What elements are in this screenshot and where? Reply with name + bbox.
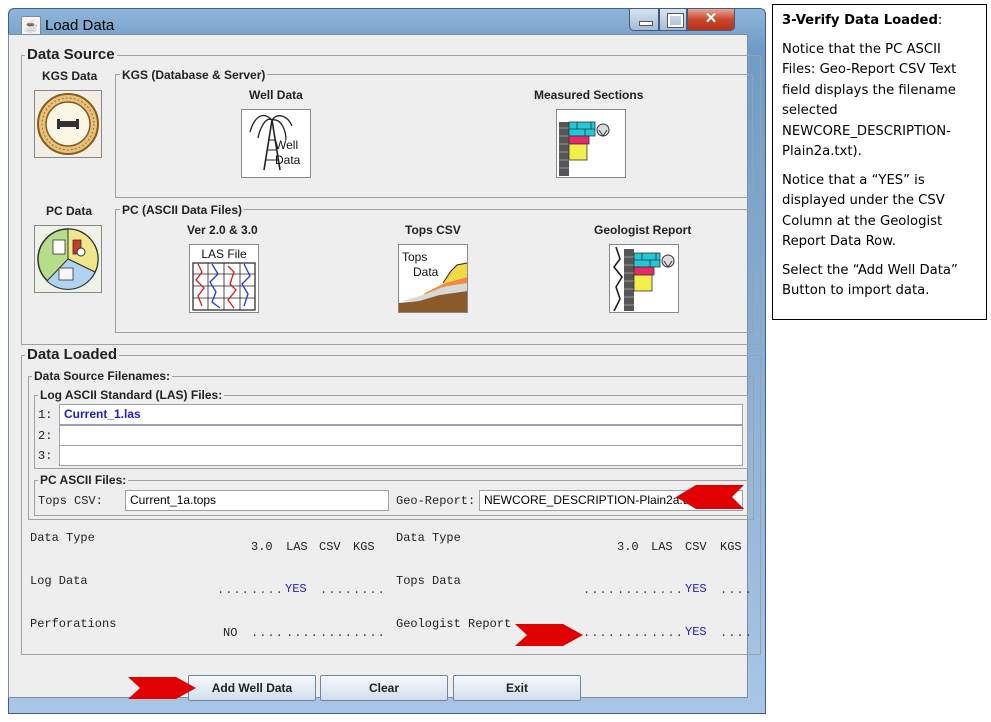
las-file-button[interactable]: LAS File bbox=[189, 244, 259, 313]
instruction-panel: 3-Verify Data Loaded: Notice that the PC… bbox=[772, 4, 987, 320]
las-version-label: Ver 2.0 & 3.0 bbox=[187, 223, 258, 237]
log-data-3-0-value: .... bbox=[217, 583, 250, 597]
geologist-report-button[interactable] bbox=[609, 244, 679, 313]
log-data-kgs-value: .... bbox=[353, 583, 386, 597]
well-data-button[interactable]: Well Data bbox=[241, 109, 311, 178]
pc-data-label: PC Data bbox=[46, 204, 93, 218]
las-row-2-number: 2: bbox=[38, 429, 53, 443]
geologist-report-row-label: Geologist Report bbox=[396, 617, 512, 631]
data-source-title: Data Source bbox=[25, 46, 117, 63]
pc-ascii-files-title: PC ASCII Files: bbox=[38, 473, 129, 487]
instruction-heading: 3-Verify Data Loaded: bbox=[782, 11, 978, 32]
minimize-button[interactable] bbox=[629, 9, 659, 31]
minimize-icon bbox=[639, 21, 653, 26]
tops-data-csv-value: YES bbox=[685, 582, 707, 596]
add-button-pointer-arrow-icon bbox=[128, 677, 196, 699]
kgs-seal-button[interactable] bbox=[34, 90, 102, 158]
geologist-row-pointer-arrow-icon bbox=[515, 624, 583, 646]
clear-button[interactable]: Clear bbox=[320, 675, 448, 701]
log-curves-icon bbox=[192, 262, 256, 311]
perforations-csv-value: .... bbox=[320, 626, 353, 640]
tops-icon-text-2: Data bbox=[413, 265, 439, 279]
instruction-paragraph-3: Select the “Add Well Data” Button to imp… bbox=[782, 262, 958, 299]
kgs-data-label: KGS Data bbox=[42, 69, 98, 83]
exit-button[interactable]: Exit bbox=[453, 675, 581, 701]
instruction-paragraph-2: Notice that a “YES” is displayed under t… bbox=[782, 172, 945, 250]
las-file-1-field[interactable]: Current_1.las bbox=[59, 404, 743, 425]
log-data-las-value: YES bbox=[285, 582, 307, 596]
geologist-report-las-value: .... bbox=[651, 626, 684, 640]
geologist-report-3-0-dots: .... bbox=[617, 626, 650, 640]
tops-data-label: Tops Data bbox=[396, 574, 461, 588]
las-files-title: Log ASCII Standard (LAS) Files: bbox=[38, 388, 225, 402]
geo-report-field-label: Geo-Report: bbox=[396, 494, 476, 508]
well-data-icon-text: Well Data bbox=[275, 138, 301, 167]
tops-csv-field-label: Tops CSV: bbox=[38, 494, 103, 508]
maximize-icon bbox=[667, 13, 684, 28]
right-col-kgs-header: KGS bbox=[720, 540, 742, 554]
log-data-las-dots: .... bbox=[251, 583, 284, 597]
perforations-las-dots: .... bbox=[286, 626, 319, 640]
instruction-title-colon: : bbox=[937, 13, 943, 28]
maximize-button[interactable] bbox=[659, 9, 687, 31]
close-button[interactable]: ✕ bbox=[687, 9, 735, 31]
tops-data-3-0-value: .... bbox=[583, 583, 616, 597]
instruction-title: 3-Verify Data Loaded bbox=[782, 13, 938, 28]
right-col-3-0-header: 3.0 bbox=[617, 540, 639, 554]
perforations-3-0-value: NO bbox=[223, 626, 238, 640]
tops-data-las-value: .... bbox=[651, 583, 684, 597]
geologist-report-csv-value: YES bbox=[685, 625, 707, 639]
log-data-csv-value: .... bbox=[320, 583, 353, 597]
right-col-csv-header: CSV bbox=[685, 540, 707, 554]
left-col-kgs-header: KGS bbox=[353, 540, 375, 554]
pc-ascii-title: PC (ASCII Data Files) bbox=[120, 203, 245, 217]
geologist-report-3-0-value: .... bbox=[583, 626, 616, 640]
las-file-icon-text: LAS File bbox=[201, 247, 247, 261]
left-col-3-0-header: 3.0 bbox=[251, 540, 273, 554]
las-file-2-field[interactable] bbox=[59, 425, 743, 446]
data-loaded-title: Data Loaded bbox=[25, 346, 120, 363]
geologist-report-column-icon bbox=[612, 246, 675, 312]
left-data-type-header: Data Type bbox=[30, 531, 95, 545]
las-file-3-field[interactable] bbox=[59, 445, 743, 466]
right-data-type-header: Data Type bbox=[396, 531, 461, 545]
perforations-label: Perforations bbox=[30, 617, 117, 631]
las-row-1-number: 1: bbox=[38, 408, 53, 422]
geologist-report-kgs-value: .... bbox=[720, 626, 753, 640]
perforations-las-value: .... bbox=[251, 626, 284, 640]
add-well-data-button[interactable]: Add Well Data bbox=[188, 675, 316, 701]
measured-sections-button[interactable] bbox=[556, 109, 626, 178]
geologist-report-label: Geologist Report bbox=[594, 223, 692, 237]
pc-data-pie-icon bbox=[37, 228, 99, 290]
kgs-database-title: KGS (Database & Server) bbox=[120, 68, 268, 82]
tops-csv-button[interactable]: Tops Data bbox=[398, 244, 468, 313]
geo-report-pointer-arrow-icon bbox=[676, 485, 744, 509]
right-col-las-header: LAS bbox=[651, 540, 673, 554]
window-title: Load Data bbox=[45, 17, 115, 34]
pc-data-button[interactable] bbox=[34, 225, 102, 293]
tops-csv-field[interactable]: Current_1a.tops bbox=[125, 490, 389, 511]
perforations-kgs-value: .... bbox=[353, 626, 386, 640]
left-col-las-header: LAS bbox=[286, 540, 308, 554]
tops-icon-text-1: Tops bbox=[402, 250, 428, 264]
log-data-label: Log Data bbox=[30, 574, 88, 588]
tops-csv-label: Tops CSV bbox=[405, 223, 461, 237]
close-icon: ✕ bbox=[704, 10, 718, 27]
well-data-label: Well Data bbox=[249, 88, 303, 102]
java-app-icon: ☕ bbox=[21, 16, 41, 36]
measured-sections-label: Measured Sections bbox=[534, 88, 644, 102]
data-source-filenames-title: Data Source Filenames: bbox=[32, 369, 173, 383]
left-col-csv-header: CSV bbox=[319, 540, 341, 554]
kgs-seal-icon bbox=[37, 93, 99, 155]
las-row-3-number: 3: bbox=[38, 449, 53, 463]
tops-data-kgs-value: .... bbox=[720, 583, 753, 597]
measured-section-column-icon bbox=[559, 121, 610, 176]
tops-data-3-0-dots: .... bbox=[617, 583, 650, 597]
kgs-database-group bbox=[115, 74, 753, 198]
instruction-paragraph-1: Notice that the PC ASCII Files: Geo-Repo… bbox=[782, 41, 957, 160]
